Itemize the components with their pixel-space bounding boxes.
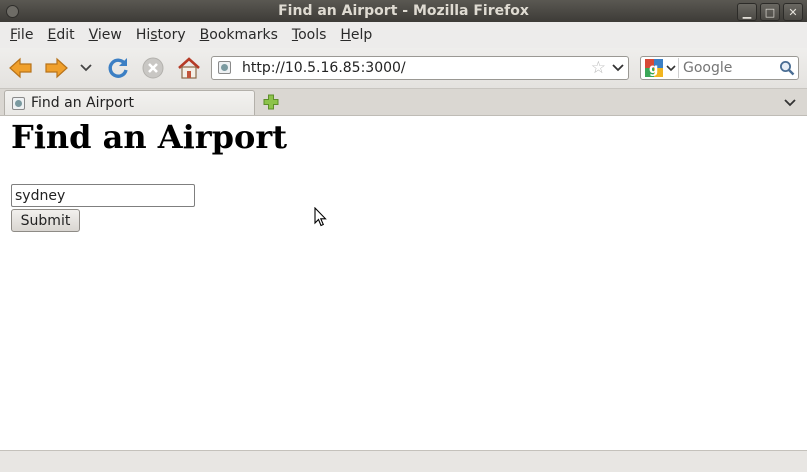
search-go-button[interactable] (779, 60, 795, 80)
submit-button[interactable]: Submit (11, 209, 80, 232)
forward-arrow-icon (45, 57, 68, 79)
menu-edit[interactable]: Edit (42, 27, 80, 43)
history-dropdown-button[interactable] (77, 55, 95, 81)
tab-label: Find an Airport (31, 95, 134, 111)
status-bar (0, 450, 807, 472)
maximize-button[interactable]: □ (760, 3, 780, 21)
list-all-tabs-button[interactable] (782, 94, 798, 110)
google-icon: g (645, 59, 663, 77)
mouse-pointer-icon (314, 207, 327, 227)
history-dropdown-icon (80, 64, 92, 72)
minimize-button[interactable]: ▁ (737, 3, 757, 21)
search-bar: g (640, 56, 799, 80)
new-tab-button[interactable] (262, 93, 280, 111)
menu-help[interactable]: Help (335, 27, 378, 43)
site-favicon-icon[interactable] (218, 61, 231, 74)
page-content: Find an Airport Submit (0, 116, 807, 450)
url-dropdown-button[interactable] (612, 60, 624, 78)
magnifier-icon (780, 61, 795, 76)
search-input[interactable] (682, 58, 779, 78)
menu-file[interactable]: File (0, 27, 39, 43)
menu-view[interactable]: View (84, 27, 128, 43)
back-button[interactable] (7, 55, 35, 81)
airport-search-input[interactable] (11, 184, 195, 207)
window-title: Find an Airport - Mozilla Firefox (278, 3, 529, 19)
page-title: Find an Airport (11, 118, 287, 156)
chevron-down-icon (666, 65, 676, 72)
home-button[interactable] (175, 55, 203, 81)
window-controls: ▁ □ ✕ (737, 3, 803, 21)
stop-button[interactable] (140, 55, 166, 81)
reload-icon (108, 58, 128, 78)
browser-window: Find an Airport - Mozilla Firefox ▁ □ ✕ … (0, 0, 807, 472)
bookmark-star-icon[interactable]: ☆ (591, 58, 606, 78)
svg-text:g: g (649, 62, 658, 77)
chevron-down-icon (612, 64, 624, 72)
menu-bookmarks[interactable]: Bookmarks (195, 27, 284, 43)
menu-history[interactable]: History (131, 27, 192, 43)
search-engine-selector[interactable]: g (642, 58, 679, 78)
close-button[interactable]: ✕ (783, 3, 803, 21)
back-arrow-icon (9, 57, 32, 79)
home-icon (178, 57, 200, 79)
plus-icon (263, 94, 279, 110)
stop-icon (142, 57, 164, 79)
url-text[interactable]: http://10.5.16.85:3000/ (242, 60, 406, 76)
forward-button[interactable] (42, 55, 70, 81)
chevron-down-icon (784, 99, 796, 107)
menu-tools[interactable]: Tools (287, 27, 333, 43)
reload-button[interactable] (104, 55, 132, 81)
url-bar[interactable]: http://10.5.16.85:3000/ ☆ (211, 56, 629, 80)
tab-favicon-icon (12, 97, 25, 110)
window-menu-icon[interactable] (6, 5, 19, 18)
tab-find-an-airport[interactable]: Find an Airport (4, 90, 255, 115)
menu-bar: File Edit View History Bookmarks Tools H… (0, 22, 807, 47)
tab-strip: Find an Airport (0, 89, 807, 116)
title-bar[interactable]: Find an Airport - Mozilla Firefox ▁ □ ✕ (0, 0, 807, 22)
